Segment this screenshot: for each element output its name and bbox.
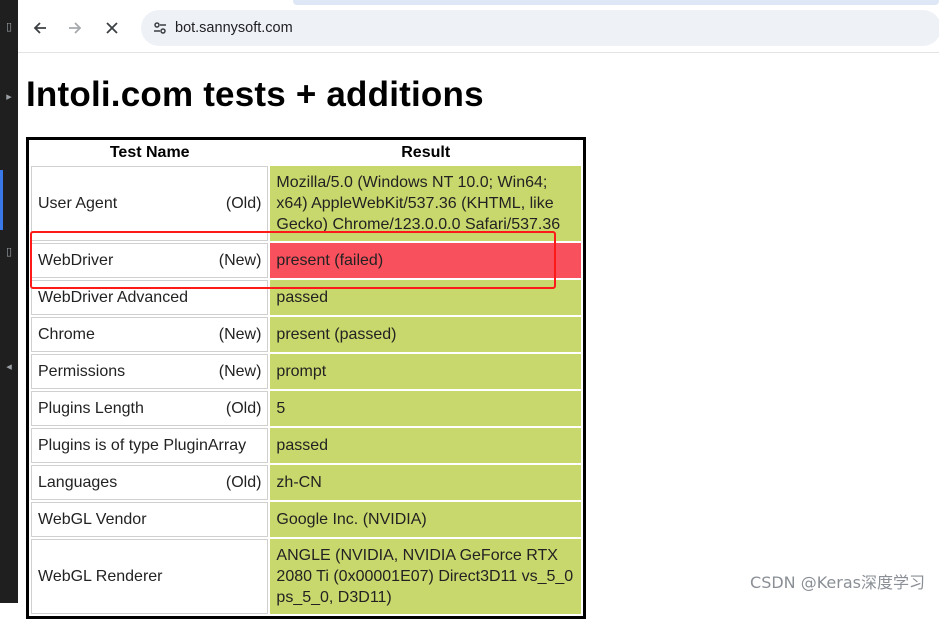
test-name: WebDriver Advanced [38,288,188,306]
test-name-cell: WebGL Vendor [31,502,269,537]
stop-loading-button[interactable] [96,12,128,44]
result-text: ANGLE (NVIDIA, NVIDIA GeForce RTX 2080 T… [276,547,574,606]
arrow-left-icon [33,22,46,34]
page-title: Intoli.com tests + additions [26,75,484,114]
result-cell: zh-CN [270,465,581,500]
forward-button[interactable] [59,12,91,44]
test-tag: (Old) [225,194,262,212]
result-text: 5 [276,400,286,417]
site-info-button[interactable] [145,13,175,43]
arrow-right-icon [69,22,82,34]
result-text: Google Inc. (NVIDIA) [276,511,427,528]
address-bar[interactable]: bot.sannysoft.com [141,10,939,46]
window-edge-icon: ▯ [5,245,13,258]
column-header-result: Result [401,144,451,161]
watermark: CSDN @Keras深度学习 [750,573,925,592]
test-name-cell: User Agent (Old) [31,166,269,241]
window-edge-icon: ▸ [6,90,12,103]
table-row: Plugins is of type PluginArray passed [31,428,581,463]
test-name: Chrome [38,325,95,343]
result-text: zh-CN [276,474,322,491]
result-cell: passed [270,428,581,463]
column-header-test-name: Test Name [109,144,190,161]
close-icon [106,22,118,34]
table-row: Languages (Old) zh-CN [31,465,581,500]
table-row: Permissions (New) prompt [31,354,581,389]
active-indicator [0,170,3,230]
tune-icon [154,22,166,34]
result-cell: prompt [270,354,581,389]
test-name: Plugins is of type PluginArray [38,436,247,454]
result-text: present (failed) [276,252,384,269]
result-cell: present (passed) [270,317,581,352]
table-row: WebDriver (New) present (failed) [31,243,581,278]
test-name-cell: Chrome (New) [31,317,269,352]
result-text: prompt [276,363,327,380]
test-name: Languages [38,473,118,491]
result-cell: Google Inc. (NVIDIA) [270,502,581,537]
result-text: passed [276,437,329,454]
table-row: User Agent (Old) Mozilla/5.0 (Windows NT … [31,166,581,241]
test-name-cell: Plugins Length (Old) [31,391,269,426]
result-text: passed [276,289,329,306]
test-name: WebGL Vendor [38,510,147,528]
result-text: present (passed) [276,326,397,343]
result-cell: passed [270,280,581,315]
test-name: WebGL Renderer [38,567,163,585]
test-name: WebDriver [38,251,114,269]
browser-toolbar: bot.sannysoft.com [18,0,939,53]
table-row: WebDriver Advanced passed [31,280,581,315]
test-tag: (Old) [225,399,262,417]
test-tag: (New) [218,362,262,380]
test-tag: (New) [218,325,262,343]
table-row: Chrome (New) present (passed) [31,317,581,352]
tab-strip [293,0,939,5]
result-cell: Mozilla/5.0 (Windows NT 10.0; Win64; x64… [270,166,581,241]
test-name-cell: WebDriver (New) [31,243,269,278]
window-edge-icon: ▯ [5,20,13,33]
left-window-strip: ▯ ▸ ▯ ◂ [0,0,18,603]
table-row: WebGL Vendor Google Inc. (NVIDIA) [31,502,581,537]
test-name: Permissions [38,362,126,380]
test-tag: (Old) [225,473,262,491]
test-name-cell: Permissions (New) [31,354,269,389]
test-name-cell: WebDriver Advanced [31,280,269,315]
test-name: Plugins Length [38,399,144,417]
test-name: User Agent [38,194,118,212]
web-page: Intoli.com tests + additions Test Name R… [18,53,939,619]
back-button[interactable] [24,12,56,44]
test-tag: (New) [218,251,262,269]
test-name-cell: Plugins is of type PluginArray [31,428,269,463]
table-row: Plugins Length (Old) 5 [31,391,581,426]
results-table: Test Name Result User Agent (Old) Mozilla… [26,137,586,619]
window-edge-icon: ◂ [6,360,12,373]
test-name-cell: Languages (Old) [31,465,269,500]
url-text[interactable]: bot.sannysoft.com [175,10,293,46]
result-cell: 5 [270,391,581,426]
result-cell: present (failed) [270,243,581,278]
result-text: Mozilla/5.0 (Windows NT 10.0; Win64; x64… [276,174,561,233]
